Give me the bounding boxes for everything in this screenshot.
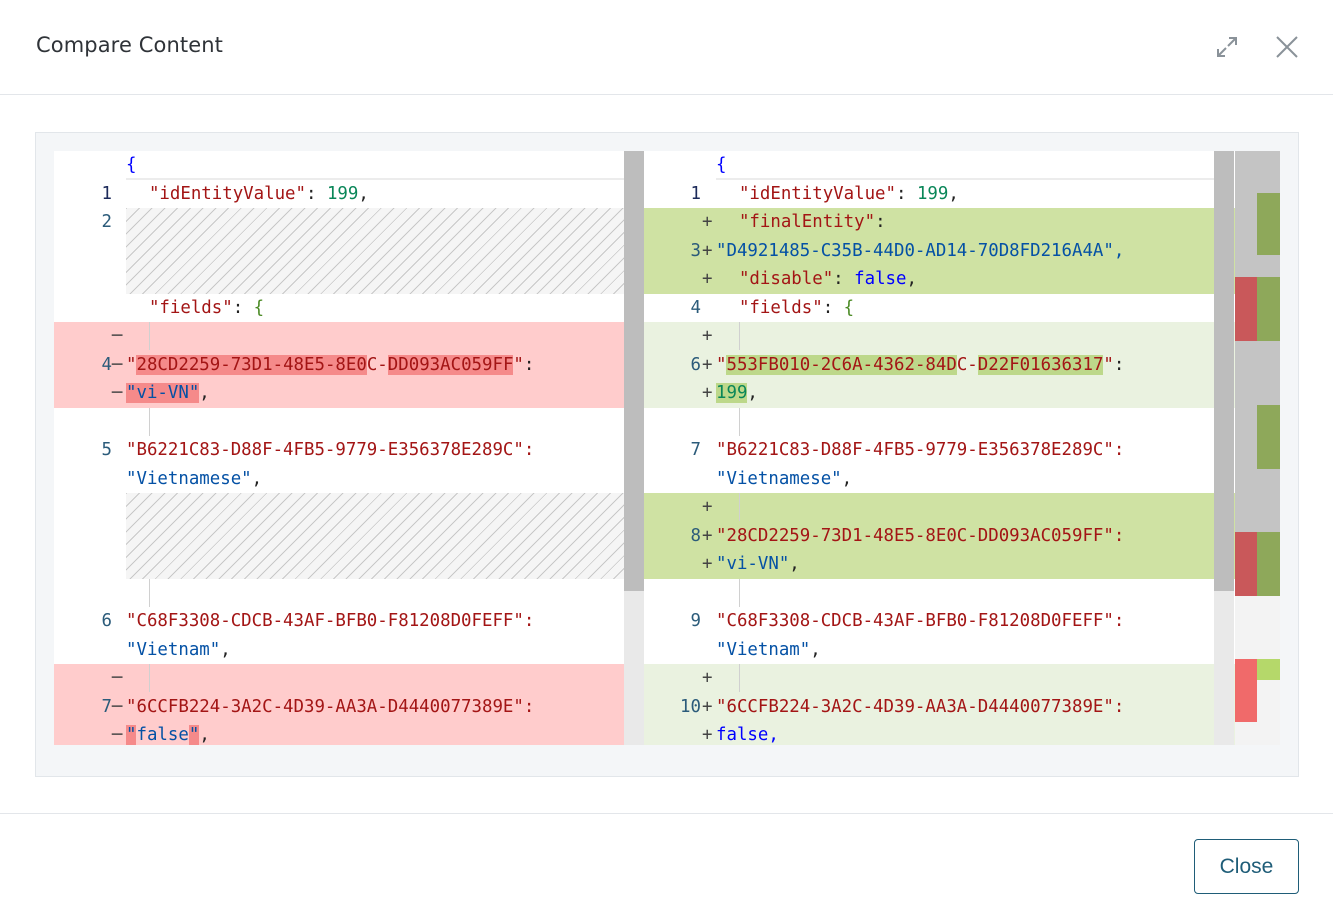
inserted-line: + "28CD2259-73D1-48E5-8E0C-DD093AC059FF"… [702,525,1125,546]
code-line: 6 [101,611,112,631]
inserted-line: + "553FB010-2C6A-4362-84DC-D22F01636317"… [702,354,1125,375]
scrollbar-thumb[interactable] [1214,151,1234,591]
code-line: 5 [101,440,112,460]
close-dialog-button[interactable] [1272,31,1302,63]
deleted-line: 7 ─ [101,668,123,717]
close-button[interactable]: Close [1194,839,1299,894]
inserted-line: 6 + [690,326,713,375]
deleted-line: ─ "6CCFB224-3A2C-4D39-AA3A-D4440077389E"… [112,696,535,717]
inserted-line: 10 + [680,668,713,717]
inserted-line: + "vi-VN", [702,554,800,574]
code-line: "B6221C83-D88F-4FB5-9779-E356378E289C": [126,440,535,460]
diff-gap-placeholder [126,208,644,294]
diff-gap-placeholder [126,493,644,579]
dialog-title: Compare Content [36,33,223,57]
code-line: "Vietnamese", [716,468,853,489]
modified-pane[interactable]: 1 { 2 "idEntityValue": 199, 3 + "finalEn… [644,151,1235,745]
original-pane[interactable]: 1 { 2 "idEntityValue": 199, 3 "fields": … [54,151,644,745]
inserted-line: 8 + [690,497,713,546]
deleted-line: 4 ─ [101,326,123,375]
dialog-footer: Close [0,813,1333,917]
expand-arrows-icon [1217,37,1237,57]
inserted-line: 4 + "disable": false, [690,269,917,318]
scrollbar-thumb[interactable] [624,151,644,591]
deleted-line: ─ "false", [112,725,210,745]
code-line: "Vietnamese", [126,468,263,489]
code-line: 9 [690,611,701,631]
close-x-icon [1276,36,1298,58]
modified-scrollbar[interactable] [1214,151,1234,745]
code-line: 2 "idEntityValue": 199, [691,183,959,233]
inserted-line: 3 + "finalEntity": [690,212,886,261]
diff-overview-ruler[interactable] [1235,151,1280,745]
code-line: "C68F3308-CDCB-43AF-BFB0-F81208D0FEFF": [716,611,1125,631]
inserted-line: + "D4921485-C35B-44D0-AD14-70D8FD216A4A"… [702,240,1125,261]
code-line: 2 "idEntityValue": 199, [101,183,369,233]
diff-editor: 1 { 2 "idEntityValue": 199, 3 "fields": … [54,151,1280,745]
original-scrollbar[interactable] [624,151,644,745]
expand-button[interactable] [1212,31,1242,63]
code-line: "Vietnam", [716,639,821,660]
code-line: "B6221C83-D88F-4FB5-9779-E356378E289C": [716,440,1125,460]
code-line: 1 { [101,155,137,204]
code-line: 3 "fields": { [102,297,265,347]
dialog-header: Compare Content [0,0,1333,95]
code-line: 1 { [690,155,727,204]
inserted-line: + "6CCFB224-3A2C-4D39-AA3A-D4440077389E"… [702,696,1125,717]
inserted-line: + 199, [702,383,758,403]
deleted-line: ─ "vi-VN", [112,383,210,403]
code-line: "Vietnam", [126,639,231,660]
deleted-line: ─ "28CD2259-73D1-48E5-8E0C-DD093AC059FF"… [112,354,535,375]
code-line: "C68F3308-CDCB-43AF-BFB0-F81208D0FEFF": [126,611,535,631]
code-line: 5 "fields": { [691,297,855,347]
inserted-line: + false, [702,725,779,745]
code-line: 7 [690,440,701,460]
